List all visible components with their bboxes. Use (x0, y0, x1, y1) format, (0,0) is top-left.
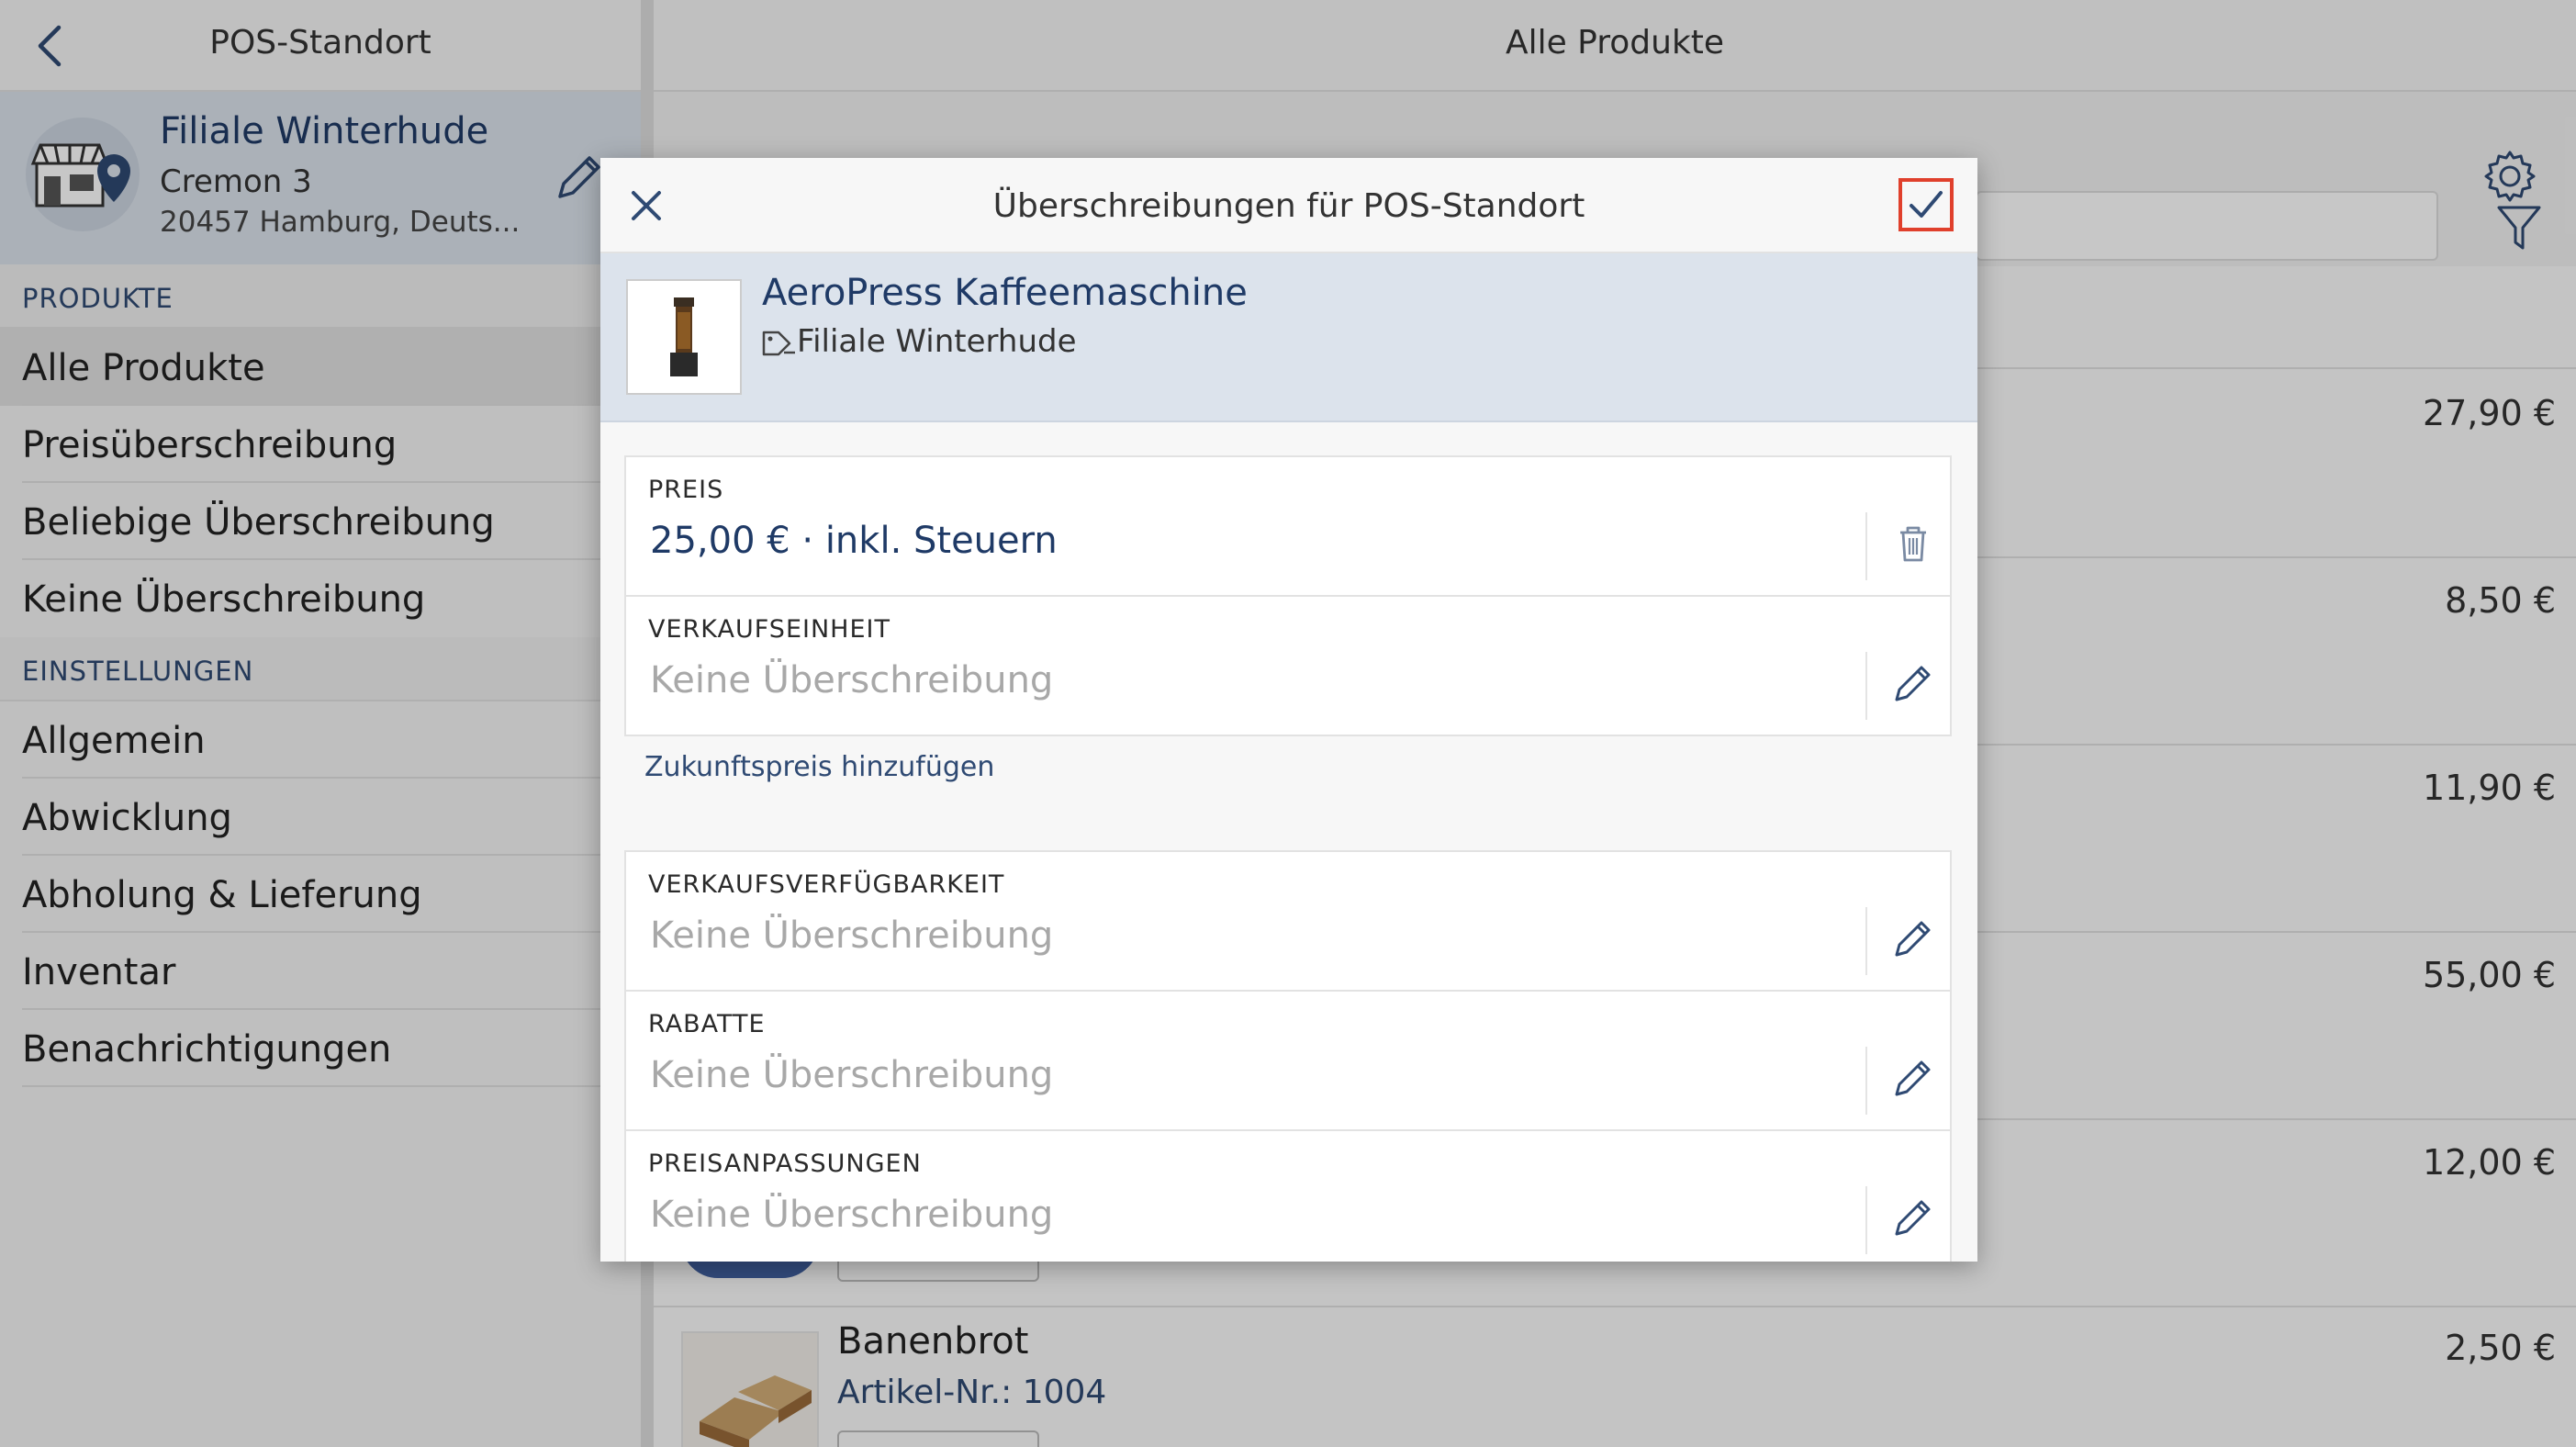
product-location: Filiale Winterhude (797, 323, 1077, 360)
dialog-title: Überschreibungen für POS-Standort (992, 187, 1585, 225)
product-header: AeroPress Kaffeemaschine Filiale Winterh… (600, 253, 1977, 422)
pencil-icon[interactable] (1889, 659, 1937, 707)
divider (1865, 907, 1867, 975)
pencil-icon[interactable] (1889, 914, 1937, 962)
override-dialog: Überschreibungen für POS-Standort AeroPr… (600, 158, 1977, 1262)
checkmark-icon (1910, 191, 1943, 218)
field-label: VERKAUFSEINHEIT (648, 615, 890, 644)
pencil-icon[interactable] (1889, 1194, 1937, 1241)
field-verkaufsverfuegbarkeit[interactable]: VERKAUFSVERFÜGBARKEIT Keine Überschreibu… (626, 852, 1950, 992)
divider (1865, 1186, 1867, 1254)
product-name: AeroPress Kaffeemaschine (762, 272, 1248, 314)
field-value: Keine Überschreibung (650, 914, 1054, 957)
field-value: Keine Überschreibung (650, 1054, 1054, 1096)
field-label: VERKAUFSVERFÜGBARKEIT (648, 870, 1005, 899)
field-label: RABATTE (648, 1010, 766, 1038)
price-card: PREIS 25,00 € · inkl. Steuern VERKAUFSEI… (624, 455, 1952, 736)
divider (1865, 1047, 1867, 1115)
field-label: PREIS (648, 476, 724, 504)
field-verkaufseinheit[interactable]: VERKAUFSEINHEIT Keine Überschreibung (626, 597, 1950, 736)
product-thumbnail (626, 279, 742, 395)
add-future-price-link[interactable]: Zukunftspreis hinzufügen (644, 751, 994, 783)
field-rabatte[interactable]: RABATTE Keine Überschreibung (626, 992, 1950, 1131)
field-label: PREISANPASSUNGEN (648, 1150, 922, 1178)
field-preisanpassungen[interactable]: PREISANPASSUNGEN Keine Überschreibung (626, 1131, 1950, 1262)
dialog-header: Überschreibungen für POS-Standort (600, 158, 1977, 253)
divider (1865, 512, 1867, 580)
field-value: Keine Überschreibung (650, 659, 1054, 701)
availability-card: VERKAUFSVERFÜGBARKEIT Keine Überschreibu… (624, 850, 1952, 1262)
store-tag-icon (762, 331, 795, 356)
confirm-button[interactable] (1898, 178, 1954, 231)
field-value: 25,00 € · inkl. Steuern (650, 520, 1058, 562)
pencil-icon[interactable] (1889, 1054, 1937, 1102)
divider (1865, 652, 1867, 720)
trash-icon[interactable] (1889, 520, 1937, 567)
field-preis[interactable]: PREIS 25,00 € · inkl. Steuern (626, 457, 1950, 597)
field-value: Keine Überschreibung (650, 1194, 1054, 1236)
